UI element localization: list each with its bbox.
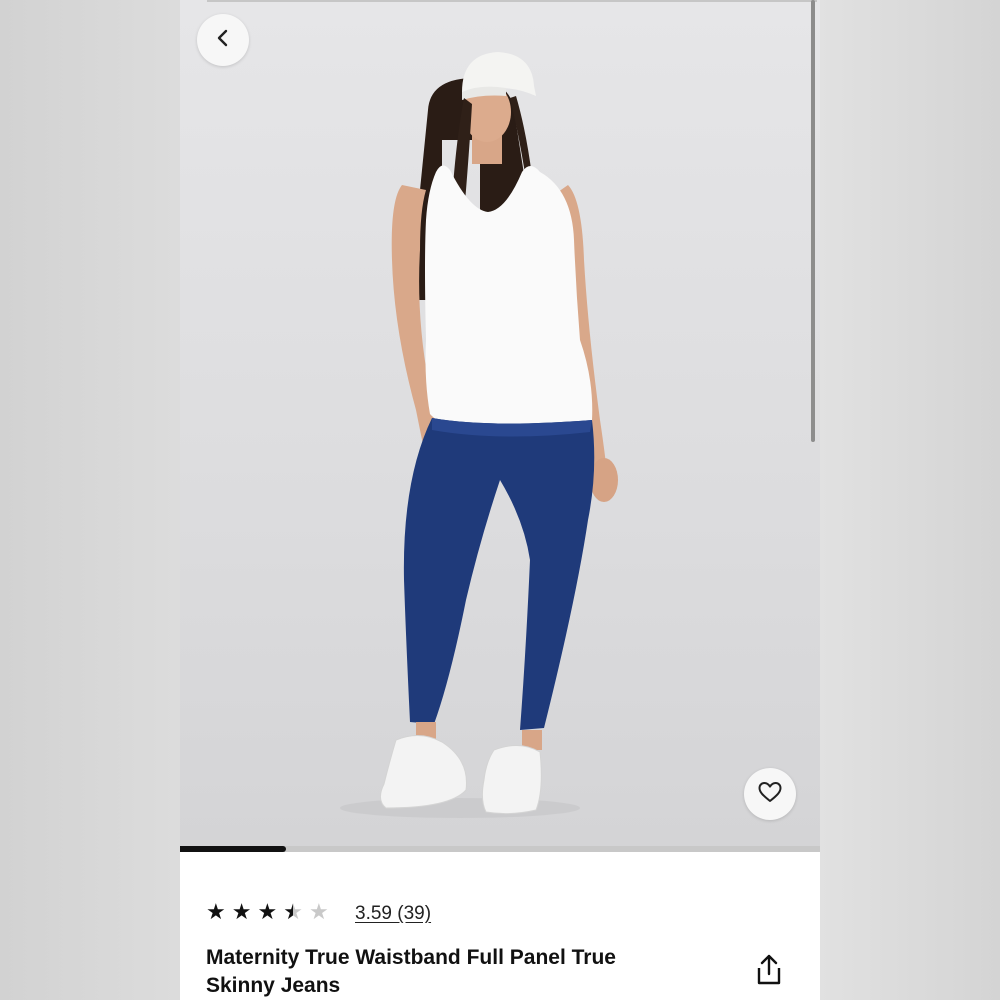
product-image: [340, 52, 618, 818]
star-icon: ★: [257, 900, 278, 925]
product-image-gallery[interactable]: [180, 0, 820, 848]
chevron-left-icon: [215, 28, 231, 53]
product-title: Maternity True Waistband Full Panel True…: [206, 946, 616, 997]
back-button[interactable]: [197, 14, 249, 66]
star-icon: ★: [231, 900, 252, 925]
heart-icon: [757, 780, 783, 809]
vertical-scrollbar[interactable]: [811, 0, 815, 442]
share-icon: [754, 954, 784, 992]
share-button[interactable]: [754, 952, 784, 988]
left-background: [0, 0, 180, 1000]
product-page: ★ ★ ★ ★ ★ 3.59 (39) Maternity True Waistband…: [180, 0, 820, 1000]
rating-stars: ★ ★ ★ ★ ★: [206, 902, 329, 924]
product-info: ★ ★ ★ ★ ★ 3.59 (39) Maternity True Waistband…: [180, 852, 820, 1000]
star-icon: ★: [206, 900, 226, 925]
right-background: [820, 0, 1000, 1000]
star-icon: ★: [308, 900, 329, 925]
favorite-button[interactable]: [744, 768, 796, 820]
star-icon: ★: [283, 900, 303, 925]
rating-reviews-link[interactable]: 3.59 (39): [355, 903, 431, 925]
